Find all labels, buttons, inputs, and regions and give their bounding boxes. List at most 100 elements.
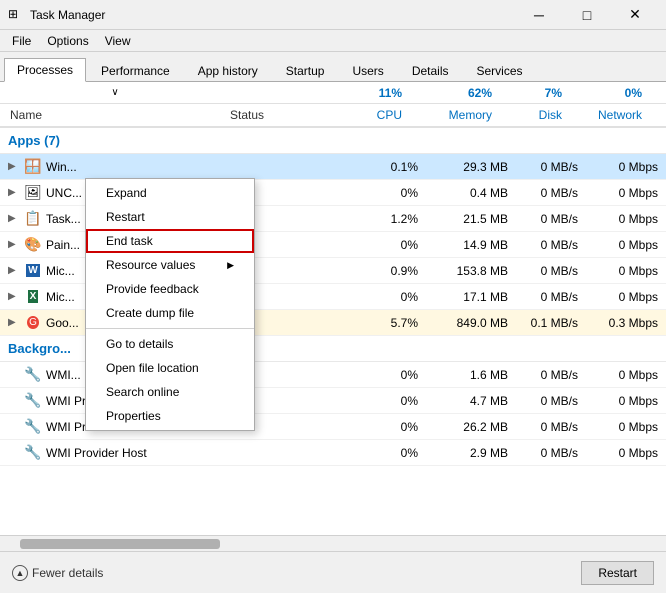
ctx-item-3[interactable]: Resource values ▶ [86, 253, 254, 277]
tab-details[interactable]: Details [399, 59, 462, 82]
ctx-separator [86, 328, 254, 329]
row-cpu: 0.1% [346, 160, 426, 174]
row-expand-icon[interactable]: ▶ [8, 317, 24, 328]
title-bar-controls: ─ □ ✕ [516, 0, 658, 30]
ctx-item-9[interactable]: Properties [86, 404, 254, 428]
context-menu: Expand Restart End task Resource values ▶ Pro… [85, 178, 255, 431]
ctx-item-2[interactable]: End task [86, 229, 254, 253]
tab-users[interactable]: Users [339, 59, 396, 82]
restart-button[interactable]: Restart [581, 561, 654, 585]
table-row[interactable]: 🔧WMI Provider Host0%2.9 MB0 MB/s0 Mbps [0, 440, 666, 466]
ctx-item-4[interactable]: Provide feedback [86, 277, 254, 301]
col-header-cpu[interactable]: CPU [330, 108, 410, 122]
ctx-item-label: Expand [106, 186, 147, 200]
ctx-item-0[interactable]: Expand [86, 181, 254, 205]
row-network: 0 Mbps [586, 368, 666, 382]
row-cpu: 0% [346, 290, 426, 304]
row-expand-icon[interactable]: ▶ [8, 239, 24, 250]
title-bar-icon: ⊞ [8, 7, 24, 23]
row-network: 0 Mbps [586, 290, 666, 304]
row-disk: 0 MB/s [516, 160, 586, 174]
table-area: Apps (7)▶🪟Win...0.1%29.3 MB0 MB/s0 Mbps▶… [0, 128, 666, 535]
minimize-button[interactable]: ─ [516, 0, 562, 30]
col-header-network[interactable]: Network [570, 108, 650, 122]
menu-bar: File Options View [0, 30, 666, 52]
row-name-text: Mic... [46, 290, 75, 304]
row-cpu: 0.9% [346, 264, 426, 278]
title-bar-title: Task Manager [30, 8, 516, 22]
tab-services[interactable]: Services [464, 59, 536, 82]
ctx-item-5[interactable]: Create dump file [86, 301, 254, 325]
cpu-percent: 11% [330, 86, 410, 100]
ctx-item-label: Search online [106, 385, 179, 399]
row-app-icon: 📋 [24, 210, 42, 228]
ctx-item-6[interactable]: Go to details [86, 332, 254, 356]
tab-app-history[interactable]: App history [185, 59, 271, 82]
row-memory: 1.6 MB [426, 368, 516, 382]
row-cpu: 5.7% [346, 316, 426, 330]
row-network: 0 Mbps [586, 160, 666, 174]
row-cpu: 0% [346, 446, 426, 460]
row-disk: 0 MB/s [516, 212, 586, 226]
row-app-icon: 🔧 [24, 366, 42, 384]
row-expand-icon[interactable]: ▶ [8, 265, 24, 276]
col-header-name[interactable]: Name [0, 108, 230, 122]
row-app-icon: 🎨 [24, 236, 42, 254]
row-network: 0 Mbps [586, 212, 666, 226]
row-app-icon: 🔧 [24, 444, 42, 462]
row-disk: 0 MB/s [516, 420, 586, 434]
ctx-item-label: Provide feedback [106, 282, 199, 296]
disk-percent: 7% [500, 86, 570, 100]
tab-performance[interactable]: Performance [88, 59, 183, 82]
ctx-item-8[interactable]: Search online [86, 380, 254, 404]
row-expand-icon[interactable]: ▶ [8, 187, 24, 198]
ctx-item-label: Go to details [106, 337, 173, 351]
row-disk: 0.1 MB/s [516, 316, 586, 330]
row-memory: 26.2 MB [426, 420, 516, 434]
ctx-item-label: Resource values [106, 258, 195, 272]
collapse-arrow[interactable]: ∨ [111, 87, 118, 98]
row-cpu: 0% [346, 420, 426, 434]
row-app-icon: X [24, 288, 42, 306]
row-expand-icon[interactable]: ▶ [8, 213, 24, 224]
bottom-bar: ▲ Fewer details Restart [0, 551, 666, 593]
col-header-disk[interactable]: Disk [500, 108, 570, 122]
tab-processes[interactable]: Processes [4, 58, 86, 82]
row-disk: 0 MB/s [516, 290, 586, 304]
fewer-details-button[interactable]: ▲ Fewer details [12, 565, 103, 581]
row-disk: 0 MB/s [516, 238, 586, 252]
menu-view[interactable]: View [97, 32, 139, 50]
menu-options[interactable]: Options [39, 32, 96, 50]
maximize-button[interactable]: □ [564, 0, 610, 30]
row-cpu: 0% [346, 394, 426, 408]
row-memory: 849.0 MB [426, 316, 516, 330]
row-disk: 0 MB/s [516, 394, 586, 408]
horizontal-scrollbar[interactable] [0, 535, 666, 551]
memory-percent: 62% [410, 86, 500, 100]
ctx-item-arrow: ▶ [227, 260, 234, 271]
close-button[interactable]: ✕ [612, 0, 658, 30]
col-header-memory[interactable]: Memory [410, 108, 500, 122]
title-bar: ⊞ Task Manager ─ □ ✕ [0, 0, 666, 30]
row-expand-icon[interactable]: ▶ [8, 161, 24, 172]
row-app-icon: W [24, 262, 42, 280]
ctx-item-label: Open file location [106, 361, 199, 375]
tab-startup[interactable]: Startup [273, 59, 338, 82]
table-row[interactable]: ▶🪟Win...0.1%29.3 MB0 MB/s0 Mbps [0, 154, 666, 180]
fewer-details-icon: ▲ [12, 565, 28, 581]
row-memory: 0.4 MB [426, 186, 516, 200]
row-app-icon: 🔧 [24, 392, 42, 410]
ctx-item-1[interactable]: Restart [86, 205, 254, 229]
row-expand-icon[interactable]: ▶ [8, 291, 24, 302]
ctx-item-label: End task [106, 234, 153, 248]
col-header-status[interactable]: Status [230, 108, 330, 122]
row-disk: 0 MB/s [516, 264, 586, 278]
row-network: 0 Mbps [586, 238, 666, 252]
group-header-0[interactable]: Apps (7) [0, 128, 666, 154]
hscroll-thumb[interactable] [20, 539, 220, 549]
ctx-item-7[interactable]: Open file location [86, 356, 254, 380]
row-memory: 17.1 MB [426, 290, 516, 304]
row-cpu: 1.2% [346, 212, 426, 226]
menu-file[interactable]: File [4, 32, 39, 50]
column-headers: Name Status CPU Memory Disk Network [0, 104, 666, 128]
